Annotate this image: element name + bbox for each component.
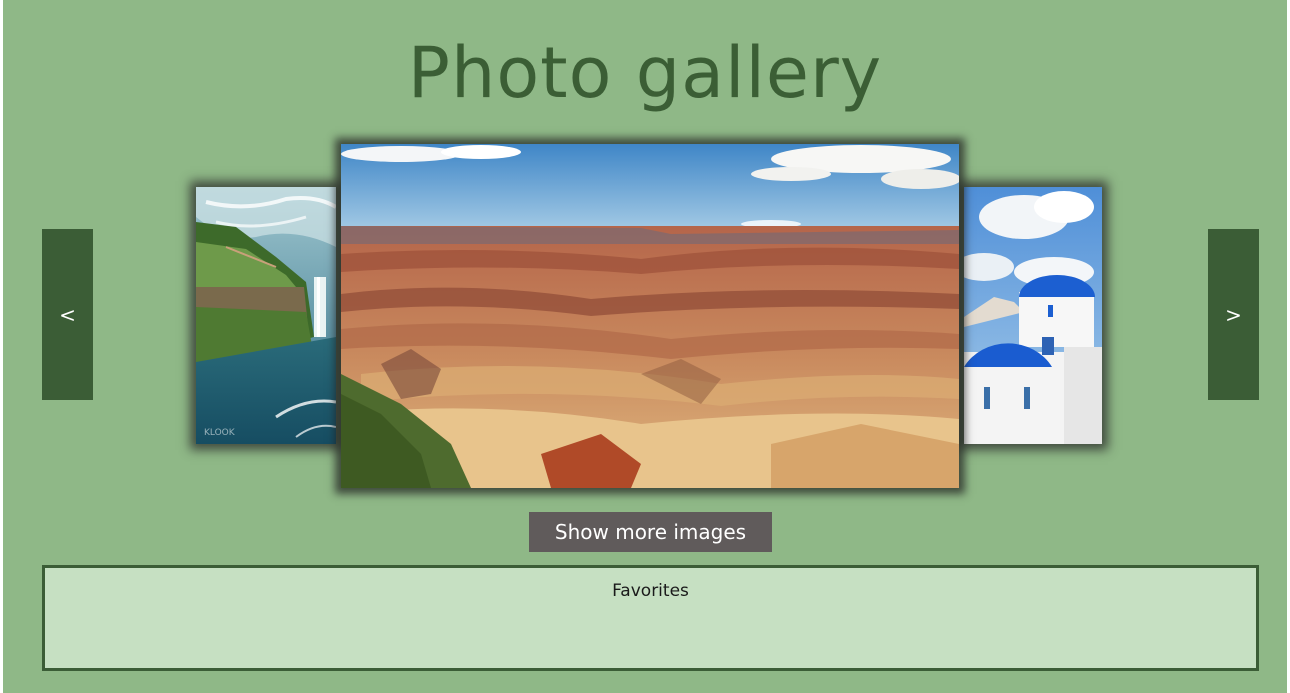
waterfall-photo [196, 187, 336, 444]
gallery-image-santorini[interactable] [964, 187, 1102, 444]
favorites-panel: Favorites [42, 565, 1259, 671]
favorites-title: Favorites [612, 581, 689, 601]
gallery-image-grand-canyon[interactable] [341, 144, 959, 488]
next-image-button[interactable]: > [1208, 229, 1259, 400]
show-more-images-button[interactable]: Show more images [529, 512, 772, 552]
image-watermark: KLOOK [204, 428, 235, 438]
santorini-photo [964, 187, 1102, 444]
page-title: Photo gallery [407, 32, 883, 114]
previous-image-button[interactable]: < [42, 229, 93, 400]
grand-canyon-photo [341, 144, 959, 488]
gallery-image-waterfall[interactable]: KLOOK [196, 187, 336, 444]
